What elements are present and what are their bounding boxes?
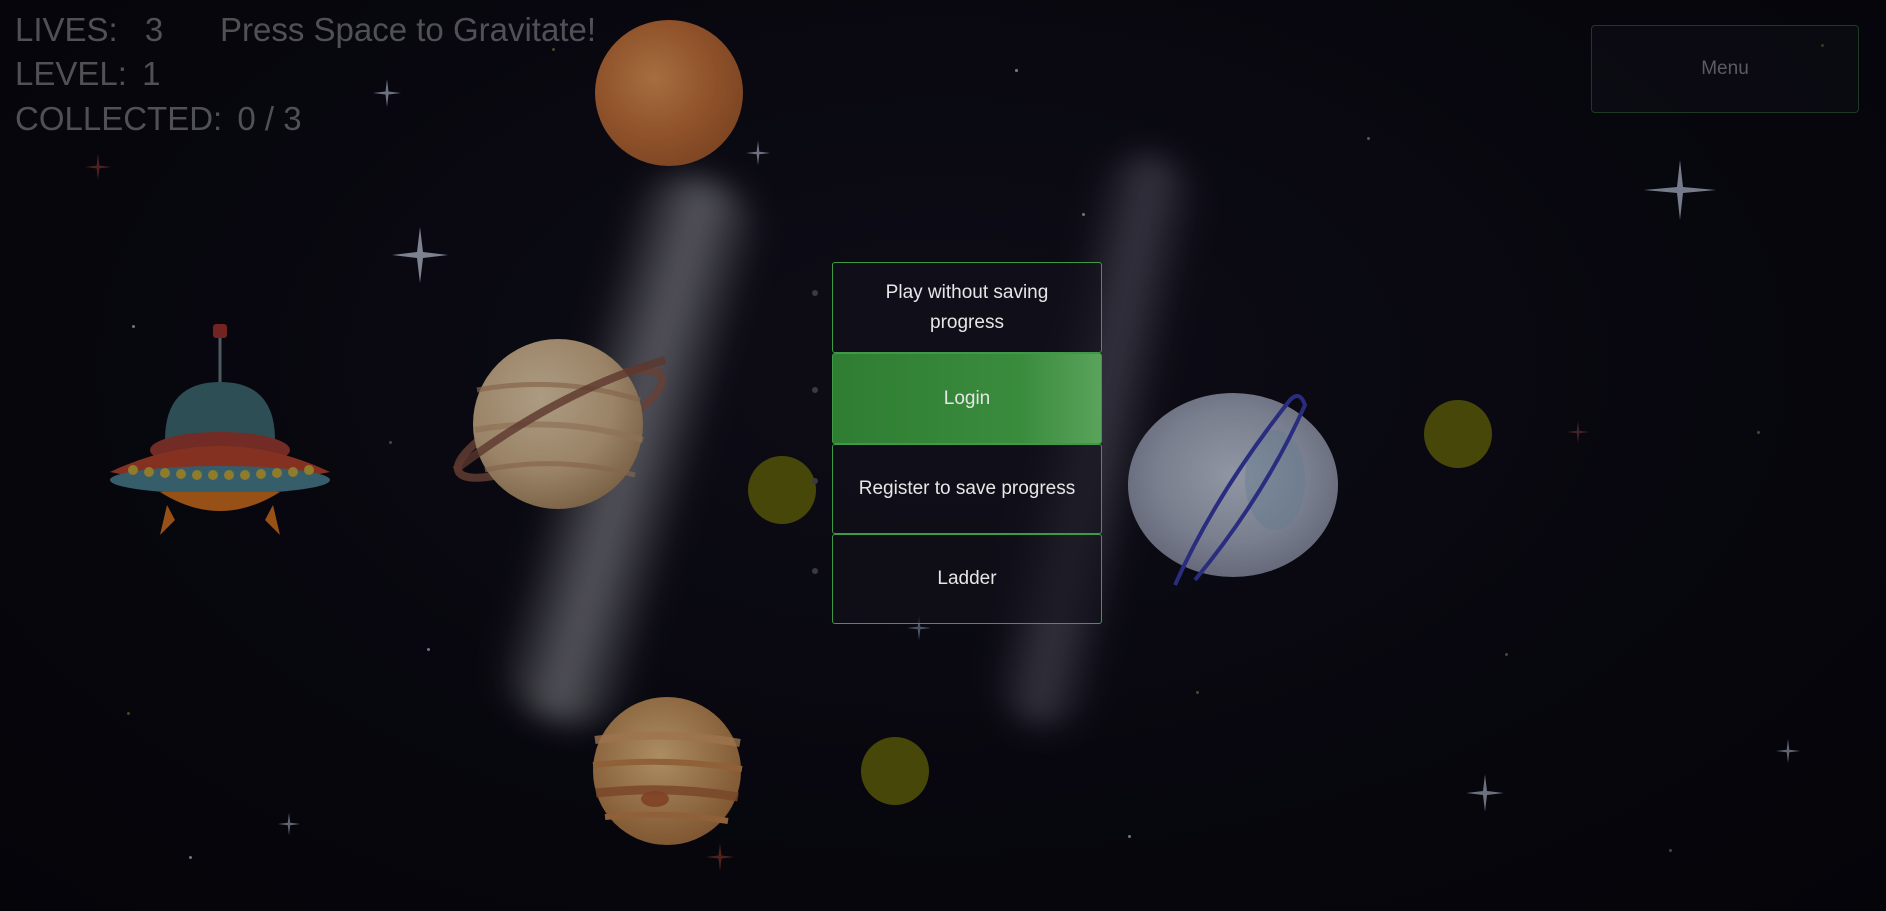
star	[189, 856, 192, 859]
star	[1505, 653, 1508, 656]
sparkle-star	[1466, 774, 1504, 812]
list-bullet	[812, 387, 818, 393]
star	[552, 48, 555, 51]
saturn-planet	[452, 339, 667, 509]
play-without-saving-button[interactable]: Play without saving progress	[832, 262, 1102, 353]
star	[427, 648, 430, 651]
blue-ringed-planet	[1128, 393, 1338, 586]
register-button[interactable]: Register to save progress	[832, 444, 1102, 534]
lives-label: LIVES:	[15, 11, 118, 48]
star	[127, 712, 130, 715]
star	[389, 441, 392, 444]
collected-value: 0 / 3	[237, 100, 302, 137]
orange-planet	[595, 20, 743, 166]
gravitate-hint: Press Space to Gravitate!	[220, 11, 597, 48]
lives-display: LIVES: 3	[15, 13, 163, 46]
star	[1757, 431, 1760, 434]
sparkle-star	[373, 79, 401, 107]
game-canvas[interactable]: LIVES: 3 Press Space to Gravitate! LEVEL…	[0, 0, 1886, 911]
sparkle-star	[745, 140, 771, 166]
collectible-coin	[1424, 400, 1492, 468]
star	[1015, 69, 1018, 72]
sparkle-star	[392, 227, 448, 283]
level-display: LEVEL: 1	[15, 57, 160, 90]
ladder-button[interactable]: Ladder	[832, 534, 1102, 624]
jupiter-planet	[592, 697, 743, 845]
sparkle-star	[277, 812, 301, 836]
start-menu: Play without saving progress Login Regis…	[812, 262, 1102, 624]
star	[1128, 835, 1131, 838]
star	[1669, 849, 1672, 852]
list-bullet	[812, 478, 818, 484]
ufo-icon	[110, 324, 330, 535]
lives-value: 3	[144, 11, 164, 48]
collectible-coin	[861, 737, 929, 805]
star	[1367, 137, 1370, 140]
level-value: 1	[142, 55, 161, 92]
login-button[interactable]: Login	[832, 353, 1102, 444]
menu-button[interactable]: Menu	[1591, 25, 1859, 113]
list-bullet	[812, 568, 818, 574]
list-bullet	[812, 290, 818, 296]
collected-display: COLLECTED: 0 / 3	[15, 102, 302, 135]
level-label: LEVEL:	[15, 55, 127, 92]
sparkle-star	[1566, 420, 1590, 444]
collected-label: COLLECTED:	[15, 100, 223, 137]
star	[1082, 213, 1085, 216]
collectible-coin	[748, 456, 816, 524]
star	[1196, 691, 1199, 694]
sparkle-star	[84, 153, 112, 181]
sparkle-star	[1775, 738, 1801, 764]
sparkle-star	[1644, 160, 1716, 220]
